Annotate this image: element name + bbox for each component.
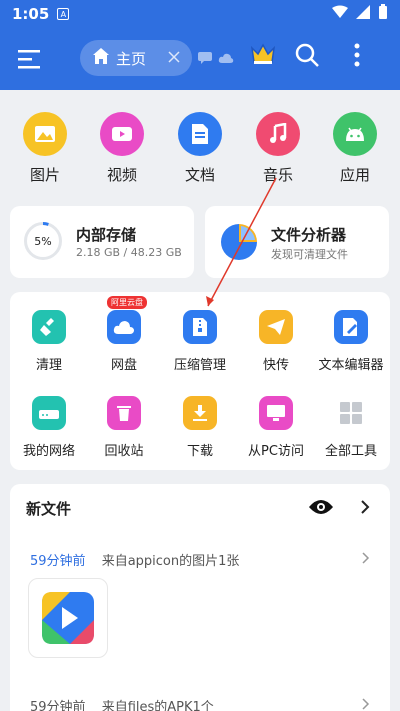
new-files-card: 新文件 59分钟前 来自appicon的图片1张 59分钟前 来自files的A… bbox=[10, 484, 390, 711]
image-thumbnail[interactable] bbox=[28, 578, 108, 658]
entry-time: 59分钟前 bbox=[30, 554, 86, 569]
entry-description: 来自files的APK1个 bbox=[101, 700, 214, 711]
video-app-icon bbox=[42, 592, 94, 644]
new-file-entry[interactable]: 59分钟前 来自files的APK1个 bbox=[30, 696, 370, 711]
chevron-right-icon[interactable] bbox=[360, 500, 370, 514]
new-files-title: 新文件 bbox=[26, 500, 72, 518]
chevron-right-icon bbox=[362, 552, 370, 564]
entry-time: 59分钟前 bbox=[30, 700, 86, 711]
entry-description: 来自appicon的图片1张 bbox=[101, 554, 240, 569]
eye-icon[interactable] bbox=[308, 498, 334, 516]
new-file-entry[interactable]: 59分钟前 来自appicon的图片1张 bbox=[30, 550, 370, 569]
chevron-right-icon bbox=[362, 698, 370, 710]
